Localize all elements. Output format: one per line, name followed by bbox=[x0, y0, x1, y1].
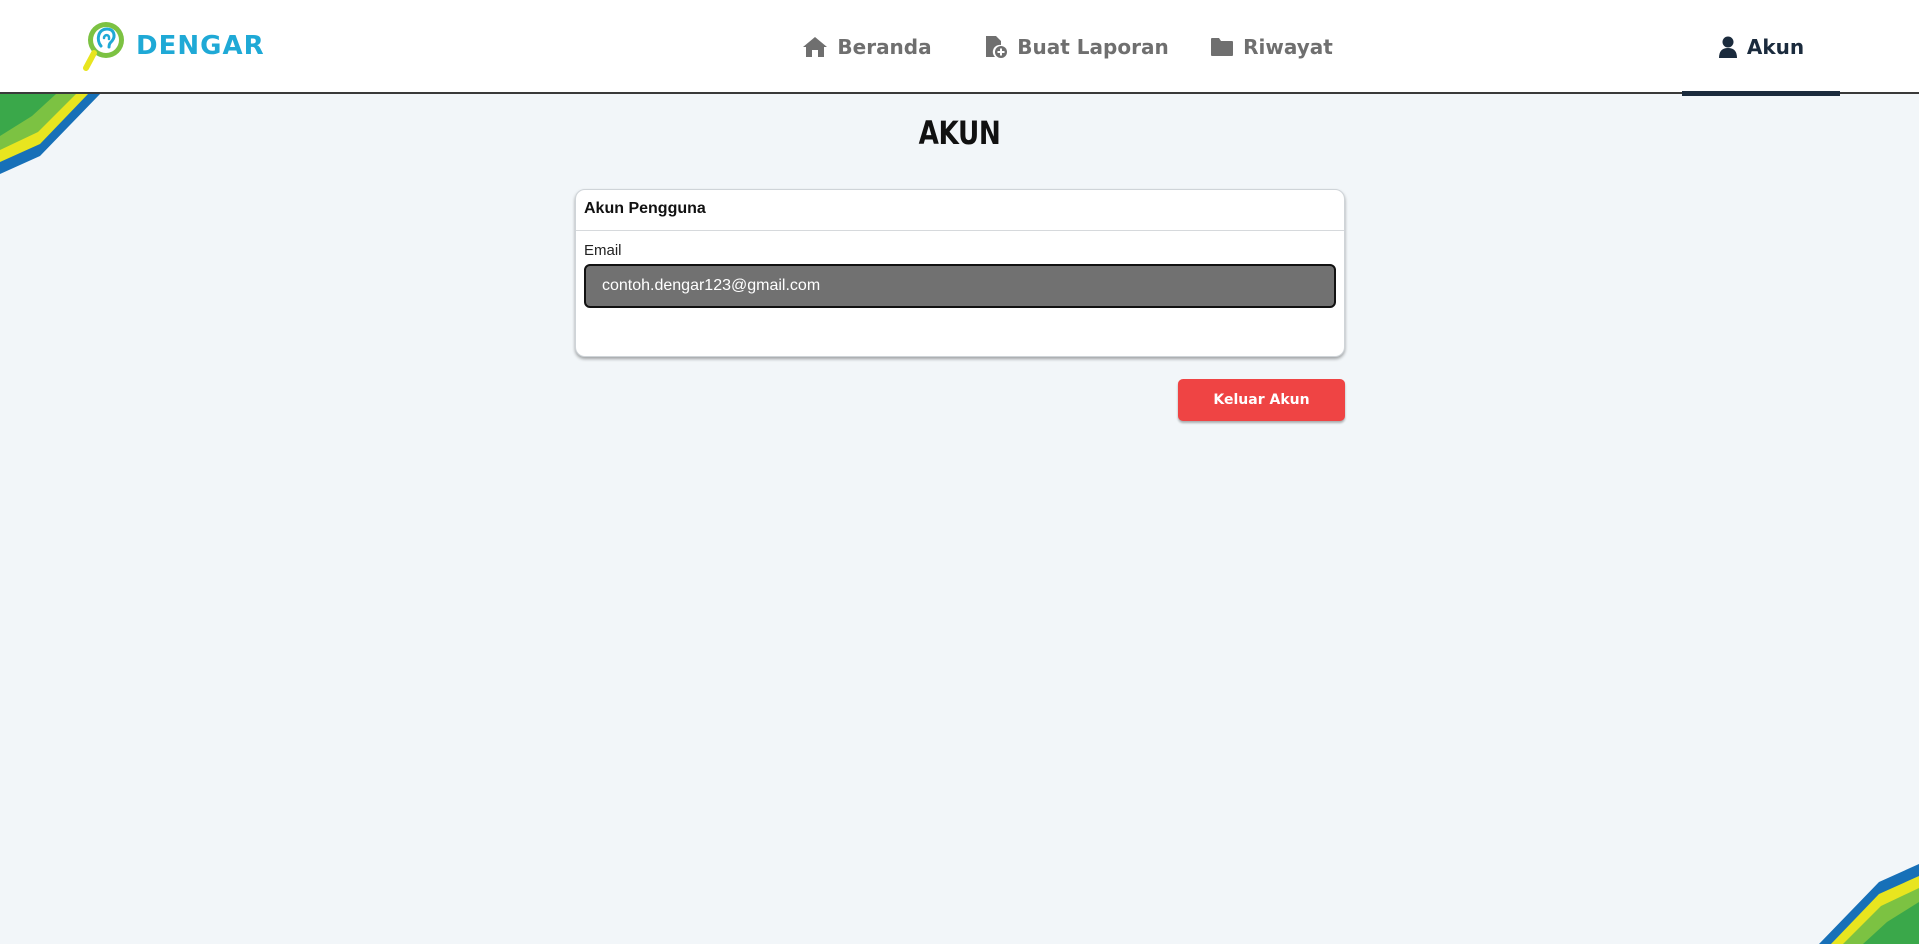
logout-button[interactable]: Keluar Akun bbox=[1178, 379, 1345, 421]
nav-label-akun: Akun bbox=[1746, 35, 1805, 59]
ear-magnifier-logo-icon bbox=[83, 22, 124, 71]
top-navbar: DENGAR Beranda Buat Laporan Riwayat Akun bbox=[0, 0, 1919, 96]
file-plus-icon bbox=[984, 35, 1008, 59]
corner-decoration-top-left bbox=[0, 94, 100, 174]
nav-item-buat-laporan[interactable]: Buat Laporan bbox=[984, 0, 1169, 94]
corner-decoration-bottom-right bbox=[1819, 864, 1919, 944]
account-card-title: Akun Pengguna bbox=[576, 190, 1344, 231]
nav-label-riwayat: Riwayat bbox=[1243, 35, 1333, 59]
app-logo[interactable]: DENGAR bbox=[82, 20, 265, 72]
home-icon bbox=[802, 36, 828, 58]
user-icon bbox=[1718, 36, 1738, 58]
email-label: Email bbox=[584, 242, 622, 259]
app-name: DENGAR bbox=[136, 31, 265, 61]
nav-item-riwayat[interactable]: Riwayat bbox=[1199, 0, 1344, 94]
account-card: Akun Pengguna Email bbox=[575, 189, 1345, 357]
page-title: AKUN bbox=[918, 114, 1001, 152]
nav-label-buat-laporan: Buat Laporan bbox=[1017, 35, 1169, 59]
nav-item-akun[interactable]: Akun bbox=[1682, 0, 1840, 96]
nav-item-beranda[interactable]: Beranda bbox=[797, 0, 937, 94]
folder-icon bbox=[1210, 37, 1234, 57]
nav-label-beranda: Beranda bbox=[837, 35, 932, 59]
email-field[interactable] bbox=[584, 264, 1336, 308]
